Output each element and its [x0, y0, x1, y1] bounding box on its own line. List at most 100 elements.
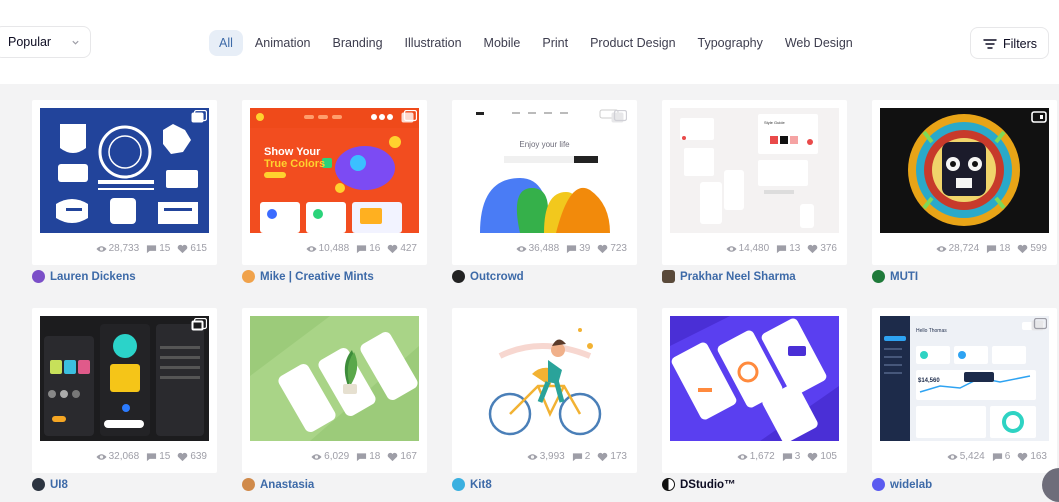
views-eye-icon	[96, 245, 107, 252]
views-count: 32,068	[108, 451, 140, 462]
heart-icon	[1018, 452, 1028, 461]
website-hero-image	[256, 113, 402, 233]
shot-stats: 32,068 15 639	[93, 451, 207, 462]
likes-count: 163	[1030, 451, 1047, 462]
comment-bubble-icon	[357, 244, 367, 253]
avatar	[32, 270, 45, 283]
shot-stats: 5,424 6 163	[944, 451, 1047, 462]
category-tab-typography[interactable]: Typography	[688, 30, 773, 56]
category-tab-branding[interactable]: Branding	[323, 30, 393, 56]
shot-thumbnail[interactable]: Style Guide 14,480 13 376	[662, 100, 847, 265]
shot-thumbnail[interactable]: 1,672 3 105	[662, 308, 847, 473]
shot-author[interactable]: Prakhar Neel Sharma	[662, 270, 796, 283]
heart-icon	[808, 452, 818, 461]
hero-headline: Show Your True Colors	[264, 146, 325, 170]
filter-bar: Popular All Animation Branding Illustrat…	[0, 0, 1059, 84]
avatar	[32, 478, 45, 491]
hero-headline-line-2: True Colors	[264, 158, 326, 170]
category-tab-product-design[interactable]: Product Design	[580, 30, 685, 56]
shot-thumbnail[interactable]: Show Your True Colors 10,488 16 427	[242, 100, 427, 265]
shot-thumbnail[interactable]: 28,733 15 615	[32, 100, 217, 265]
author-name: Outcrowd	[470, 270, 524, 283]
views-eye-icon	[311, 453, 322, 460]
author-name: Lauren Dickens	[50, 270, 136, 283]
views-count: 14,480	[738, 243, 770, 254]
video-camera-icon	[1031, 111, 1047, 123]
badge-artwork-image	[56, 124, 198, 224]
author-name: widelab	[890, 478, 933, 491]
shot-author[interactable]: widelab	[872, 478, 932, 491]
heart-icon	[388, 452, 398, 461]
views-eye-icon	[306, 245, 317, 252]
shot-artwork: Hello Thomas $14,560	[880, 316, 1049, 441]
shot-author[interactable]: DStudio™	[662, 478, 736, 491]
shot-thumbnail[interactable]: 32,068 15 639	[32, 308, 217, 473]
shot-stats: 28,733 15 615	[93, 243, 207, 254]
avatar	[452, 478, 465, 491]
comments-count: 2	[584, 451, 591, 462]
category-tab-print[interactable]: Print	[532, 30, 578, 56]
filters-button[interactable]: Filters	[970, 27, 1049, 59]
views-eye-icon	[516, 245, 527, 252]
avatar	[452, 270, 465, 283]
likes-count: 639	[190, 451, 207, 462]
comments-count: 18	[369, 451, 381, 462]
shot-author[interactable]: UI8	[32, 478, 68, 491]
shot-artwork: Show Your True Colors	[250, 108, 419, 233]
shot-author[interactable]: Mike | Creative Mints	[242, 270, 374, 283]
shot-stats: 28,724 18 599	[933, 243, 1047, 254]
views-eye-icon	[726, 245, 737, 252]
comments-count: 18	[999, 243, 1011, 254]
heart-icon	[1018, 244, 1028, 253]
shot-author[interactable]: MUTI	[872, 270, 918, 283]
chevron-down-icon	[72, 40, 79, 45]
avatar	[662, 270, 675, 283]
shot-thumbnail[interactable]: Hello Thomas $14,560 5,424 6 163	[872, 308, 1057, 473]
shot-artwork: Style Guide	[670, 108, 839, 233]
heart-icon	[178, 452, 188, 461]
shot-thumbnail[interactable]: Enjoy your life 36,488 39 723	[452, 100, 637, 265]
heart-icon	[598, 244, 608, 253]
likes-count: 376	[820, 243, 837, 254]
shot-author[interactable]: Lauren Dickens	[32, 270, 136, 283]
multi-shot-icon	[1031, 318, 1047, 331]
shots-grid: 28,733 15 615 Lauren Dickens Show Your T…	[0, 84, 1059, 502]
heart-icon	[178, 244, 188, 253]
comment-bubble-icon	[567, 244, 577, 253]
shot-artwork	[460, 316, 629, 441]
views-eye-icon	[527, 453, 538, 460]
heart-icon	[388, 244, 398, 253]
avatar	[242, 478, 255, 491]
multi-shot-icon	[191, 110, 207, 123]
filter-lines-icon	[983, 39, 997, 49]
shot-artwork	[670, 316, 839, 441]
shot-thumbnail[interactable]: 6,029 18 167	[242, 308, 427, 473]
shot-stats: 36,488 39 723	[513, 243, 627, 254]
multi-shot-icon	[191, 318, 207, 331]
category-tab-all[interactable]: All	[209, 30, 243, 56]
category-tab-mobile[interactable]: Mobile	[474, 30, 531, 56]
shot-stats: 10,488 16 427	[303, 243, 417, 254]
shot-author[interactable]: Outcrowd	[452, 270, 524, 283]
shot-thumbnail[interactable]: 28,724 18 599	[872, 100, 1057, 265]
shot-author[interactable]: Kit8	[452, 478, 492, 491]
category-tab-animation[interactable]: Animation	[245, 30, 321, 56]
category-tab-web-design[interactable]: Web Design	[775, 30, 863, 56]
views-eye-icon	[96, 453, 107, 460]
views-count: 28,733	[108, 243, 140, 254]
shot-stats: 3,993 2 173	[524, 451, 627, 462]
category-tab-illustration[interactable]: Illustration	[395, 30, 472, 56]
shot-stats: 1,672 3 105	[734, 451, 837, 462]
shot-artwork	[250, 316, 419, 441]
likes-count: 427	[400, 243, 417, 254]
views-count: 6,029	[324, 451, 350, 462]
author-name: Kit8	[470, 478, 492, 491]
multi-shot-icon	[611, 110, 627, 123]
shot-author[interactable]: Anastasia	[242, 478, 314, 491]
sort-dropdown[interactable]: Popular	[0, 26, 91, 58]
shot-thumbnail[interactable]: 3,993 2 173	[452, 308, 637, 473]
heart-icon	[808, 244, 818, 253]
style-guide-title: Style Guide	[764, 120, 785, 125]
comments-count: 13	[789, 243, 801, 254]
comment-bubble-icon	[572, 452, 582, 461]
